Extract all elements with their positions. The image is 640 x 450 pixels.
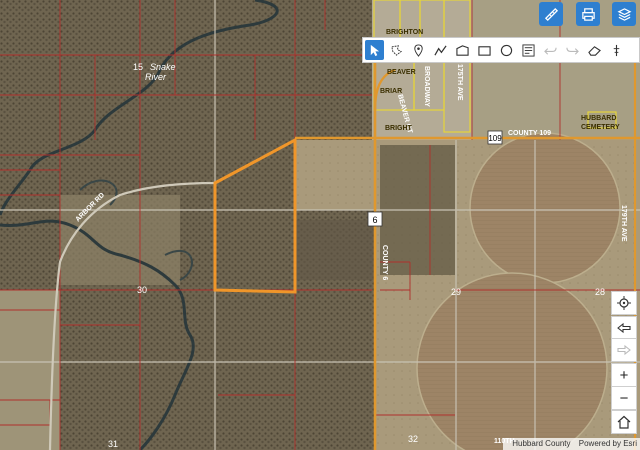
tool-freehand[interactable] <box>453 40 472 60</box>
tool-select[interactable] <box>365 40 384 60</box>
undo-icon <box>544 47 557 55</box>
measure-icon <box>544 7 558 21</box>
road-label-county-109: COUNTY 109 <box>508 130 551 137</box>
open-field <box>60 195 180 285</box>
section-label: 30 <box>137 285 147 295</box>
road-label-179th: 179TH AVE <box>620 205 627 242</box>
measure-button[interactable] <box>539 2 563 26</box>
back-button[interactable] <box>611 316 637 340</box>
circle-icon <box>500 44 513 56</box>
cemetery-label: HUBBARD <box>581 115 616 122</box>
locate-button[interactable] <box>611 291 637 315</box>
text-label-icon <box>522 43 535 57</box>
river-label: River <box>145 72 167 82</box>
section-label: 28 <box>595 287 605 297</box>
tool-redo[interactable] <box>563 40 582 60</box>
svg-text:6: 6 <box>372 215 377 225</box>
town-label: BRIGHTON <box>386 29 423 36</box>
zoom-in-button[interactable]: + <box>611 363 637 387</box>
forward-button[interactable] <box>611 338 637 362</box>
lasso-icon <box>391 44 402 56</box>
map-attribution: Hubbard County Powered by Esri <box>503 438 640 450</box>
tool-circle[interactable] <box>497 40 516 60</box>
aerial-map[interactable]: 109 6 Snake River 15 30 29 28 31 32 ARBO… <box>0 0 640 450</box>
svg-text:109: 109 <box>488 134 502 143</box>
open-field <box>295 140 375 210</box>
back-arrow-icon <box>617 322 631 334</box>
print-icon <box>581 7 595 21</box>
township-label: 15 <box>133 62 143 72</box>
locate-icon <box>617 296 631 310</box>
tool-undo[interactable] <box>541 40 560 60</box>
forward-arrow-icon <box>617 344 631 356</box>
irrigation-circle <box>469 132 621 284</box>
town-label: BEAVER <box>387 69 416 76</box>
section-label: 32 <box>408 434 418 444</box>
tool-text[interactable] <box>519 40 538 60</box>
zoom-out-button[interactable]: − <box>611 386 637 410</box>
route-shield-109: 109 <box>487 130 503 145</box>
point-icon <box>414 43 423 57</box>
section-label: 29 <box>451 287 461 297</box>
select-arrow-icon <box>370 44 380 56</box>
cemetery-label: CEMETERY <box>581 124 620 131</box>
home-icon <box>617 415 631 429</box>
eraser-icon <box>588 45 601 56</box>
tool-point[interactable] <box>409 40 428 60</box>
attribution-powered-by[interactable]: Powered by Esri <box>579 439 637 448</box>
pin-icon <box>613 44 620 56</box>
rectangle-icon <box>478 45 491 56</box>
layers-icon <box>617 7 631 21</box>
town-label: BRIAR <box>380 88 402 95</box>
wooded-strip <box>295 220 375 280</box>
route-shield-6: 6 <box>367 211 383 227</box>
town-label: BRIGHT <box>385 125 413 132</box>
attribution-source: Hubbard County <box>512 439 571 448</box>
road-label-175th: 175TH AVE <box>456 64 463 101</box>
section-label: 31 <box>108 439 118 449</box>
tool-lasso[interactable] <box>387 40 406 60</box>
tool-eraser[interactable] <box>585 40 604 60</box>
road-label-broadway: BROADWAY <box>423 66 430 107</box>
tool-rectangle[interactable] <box>475 40 494 60</box>
redo-icon <box>566 47 579 55</box>
freehand-icon <box>456 44 469 56</box>
layers-button[interactable] <box>612 2 636 26</box>
tool-polyline[interactable] <box>431 40 450 60</box>
drawing-toolbar <box>362 37 640 63</box>
road-label-county-6: COUNTY 6 <box>381 245 388 280</box>
print-button[interactable] <box>576 2 600 26</box>
river-label: Snake <box>150 62 176 72</box>
polyline-icon <box>434 45 447 55</box>
tool-pin[interactable] <box>607 40 626 60</box>
home-button[interactable] <box>611 410 637 434</box>
